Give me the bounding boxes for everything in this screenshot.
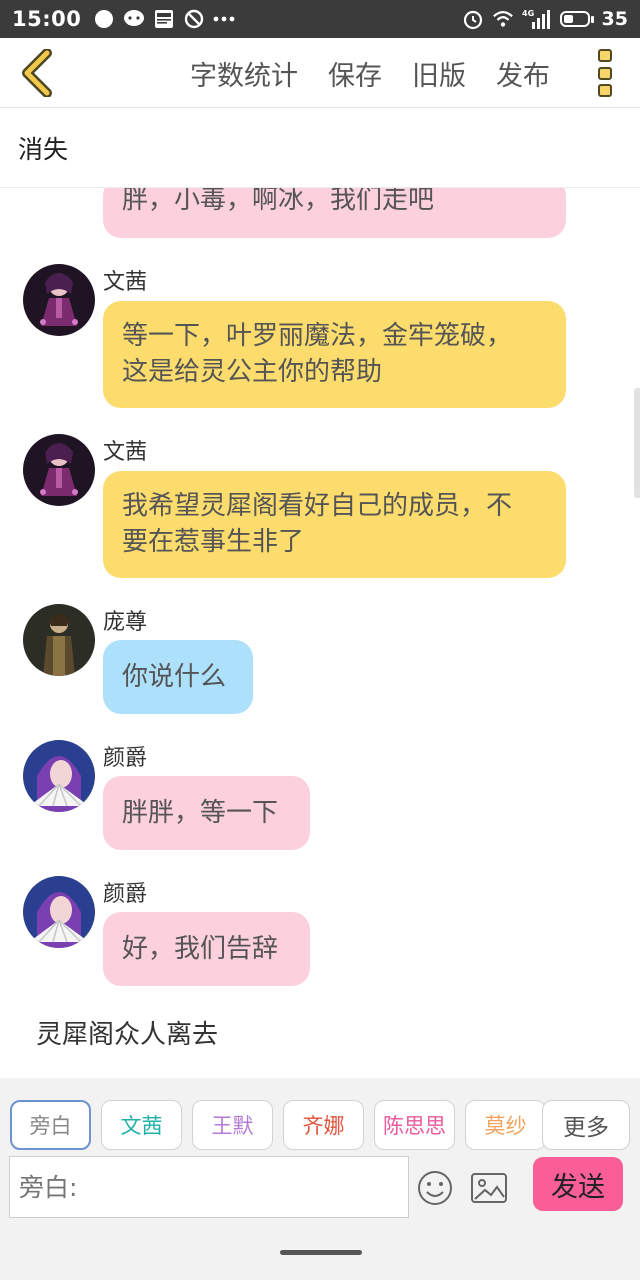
message-bubble[interactable]: 我希望灵犀阁看好自己的成员，不 要在惹事生非了 [103, 471, 566, 578]
avatar-yanjue[interactable] [23, 876, 95, 948]
send-button[interactable]: 发送 [533, 1157, 623, 1211]
message-bubble[interactable]: 等一下，叶罗丽魔法，金牢笼破， 这是给灵公主你的帮助 [103, 301, 566, 408]
message-text: 胖胖，等一下 [122, 798, 279, 828]
role-chip[interactable]: 莫纱 [465, 1100, 546, 1150]
scrollbar[interactable] [634, 388, 640, 498]
message-text: 胖，小毒，啊冰，我们走吧 [122, 188, 435, 215]
status-notification-icons [93, 8, 235, 30]
old-version-button[interactable]: 旧版 [412, 54, 466, 93]
more-roles-button[interactable]: 更多 [542, 1100, 630, 1150]
chevron-left-icon [22, 49, 52, 97]
chat-area[interactable]: 胖，小毒，啊冰，我们走吧 文茜 等一下，叶罗丽魔法，金牢笼破， 这是给灵公主你的… [0, 188, 640, 1078]
vertical-menu-icon[interactable] [598, 49, 614, 97]
message-text-line: 等一下，叶罗丽魔法，金牢笼破， [122, 321, 513, 351]
avatar-pangzun[interactable] [23, 604, 95, 676]
bubble-icon [93, 8, 115, 30]
message-text-line: 我希望灵犀阁看好自己的成员，不 [122, 491, 513, 521]
message-bubble[interactable]: 胖，小毒，啊冰，我们走吧 [103, 188, 566, 238]
role-chip[interactable]: 齐娜 [283, 1100, 364, 1150]
status-bar: 15:00 4G 35 [0, 0, 640, 38]
avatar-wenqian[interactable] [23, 264, 95, 336]
battery-icon [559, 11, 594, 27]
image-icon[interactable] [470, 1171, 508, 1205]
chapter-title-row[interactable]: 消失 [0, 108, 640, 188]
page-title: 消失 [18, 134, 69, 164]
message-input[interactable] [9, 1156, 409, 1218]
save-button[interactable]: 保存 [328, 54, 382, 93]
back-button[interactable] [12, 48, 62, 98]
message-text: 你说什么 [122, 662, 227, 692]
wifi-icon [492, 8, 514, 30]
role-selector: 旁白 文茜 王默 齐娜 陈思思 莫纱 [10, 1100, 550, 1152]
message-bubble[interactable]: 你说什么 [103, 640, 253, 714]
editor-toolbar: 字数统计 保存 旧版 发布 [0, 38, 640, 108]
alarm-icon [462, 8, 484, 30]
role-chip[interactable]: 陈思思 [374, 1100, 455, 1150]
battery-level: 35 [601, 8, 628, 30]
role-chip[interactable]: 王默 [192, 1100, 273, 1150]
sender-name: 颜爵 [103, 746, 148, 771]
sender-name: 文茜 [103, 440, 148, 465]
chat-icon [123, 8, 145, 30]
word-count-button[interactable]: 字数统计 [190, 54, 298, 93]
compose-panel: 旁白 文茜 王默 齐娜 陈思思 莫纱 更多 发送 [0, 1078, 640, 1280]
role-chip[interactable]: 文茜 [101, 1100, 182, 1150]
message-text-line: 要在惹事生非了 [122, 527, 305, 557]
avatar-yanjue[interactable] [23, 740, 95, 812]
message-text-line: 这是给灵公主你的帮助 [122, 357, 383, 387]
signal-icon: 4G [522, 8, 552, 30]
role-chip[interactable]: 旁白 [10, 1100, 91, 1150]
status-right: 4G 35 [462, 8, 628, 30]
network-label: 4G [522, 9, 534, 18]
sender-name: 庞尊 [103, 610, 148, 635]
message-text: 好，我们告辞 [122, 934, 279, 964]
sender-name: 文茜 [103, 270, 148, 295]
publish-button[interactable]: 发布 [496, 54, 550, 93]
message-bubble[interactable]: 好，我们告辞 [103, 912, 310, 986]
avatar-wenqian[interactable] [23, 434, 95, 506]
news-icon [153, 8, 175, 30]
status-time: 15:00 [12, 7, 82, 31]
more-dots-icon [213, 8, 235, 30]
emoji-icon[interactable] [416, 1169, 454, 1207]
message-bubble[interactable]: 胖胖，等一下 [103, 776, 310, 850]
toolbar-actions: 字数统计 保存 旧版 发布 [190, 38, 550, 108]
sender-name: 颜爵 [103, 882, 148, 907]
dnd-icon [183, 8, 205, 30]
narration-text[interactable]: 灵犀阁众人离去 [36, 1014, 218, 1051]
home-indicator[interactable] [280, 1250, 362, 1255]
